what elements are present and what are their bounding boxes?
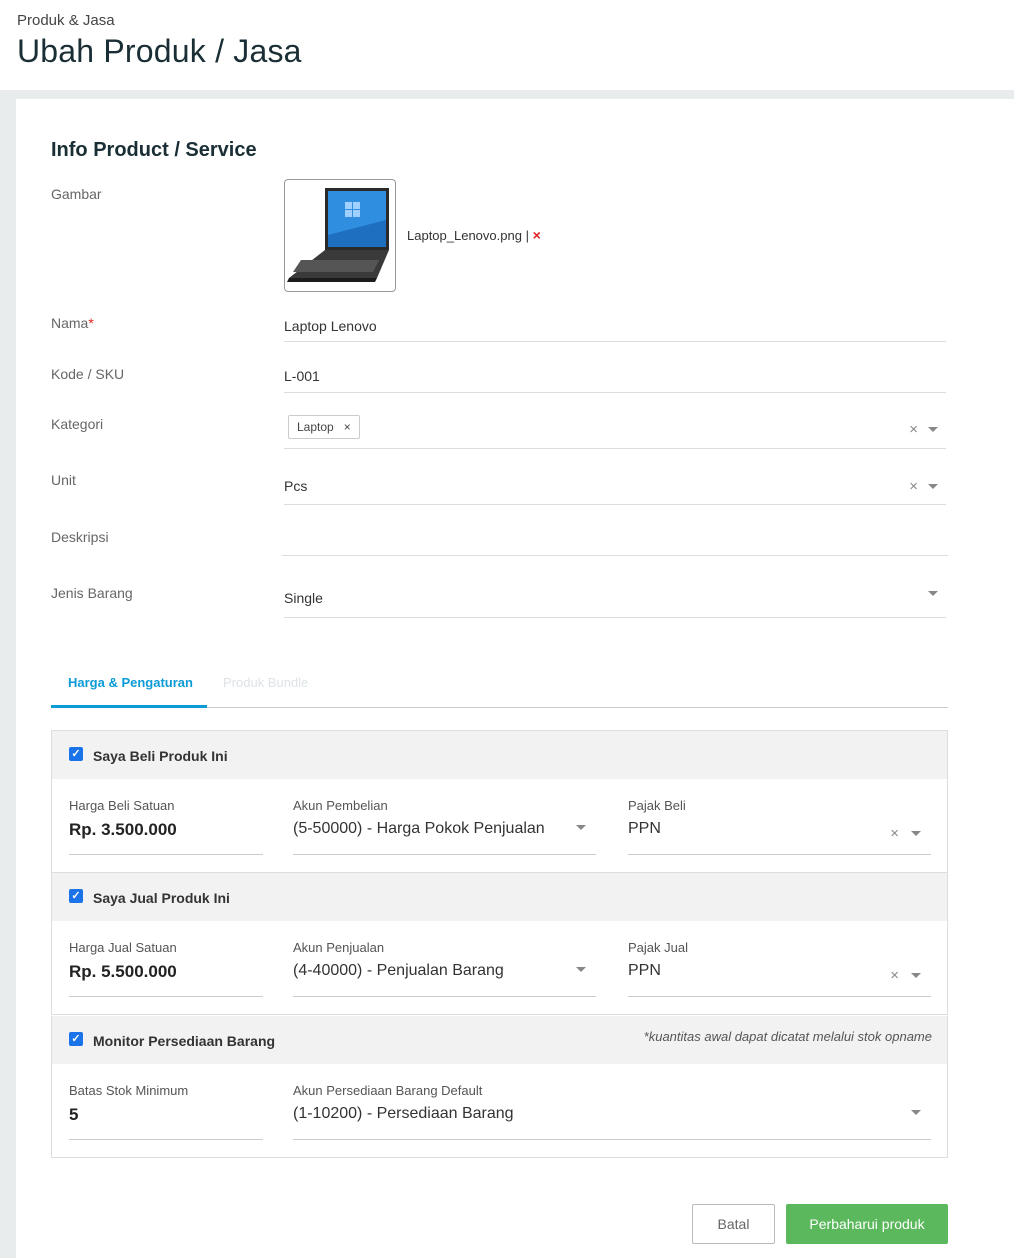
clear-icon[interactable]: × <box>890 825 899 842</box>
kategori-select[interactable]: × <box>284 405 946 449</box>
buy-tax-label: Pajak Beli <box>628 798 686 813</box>
buy-price-value: Rp. 3.500.000 <box>69 820 177 839</box>
unit-value: Pcs <box>284 478 308 494</box>
buy-checkbox[interactable]: ✓ <box>69 747 83 761</box>
deskripsi-textarea[interactable] <box>282 519 948 556</box>
breadcrumb[interactable]: Produk & Jasa <box>17 12 115 29</box>
buy-account-value: (5-50000) - Harga Pokok Penjualan <box>293 820 545 837</box>
image-filename: Laptop_Lenovo.png <box>407 228 522 243</box>
buy-price-label: Harga Beli Satuan <box>69 798 175 813</box>
sell-tax-controls: × <box>890 967 921 984</box>
sell-account-value: (4-40000) - Penjualan Barang <box>293 962 504 979</box>
sell-tax-value: PPN <box>628 962 661 979</box>
sell-tax-label: Pajak Jual <box>628 940 688 955</box>
sell-panel: ✓ Saya Jual Produk Ini Harga Jual Satuan… <box>51 873 948 1015</box>
inventory-note: *kuantitas awal dapat dicatat melalui st… <box>643 1029 932 1044</box>
chevron-down-icon[interactable] <box>576 825 586 830</box>
buy-panel-header: ✓ Saya Beli Produk Ini <box>52 731 947 779</box>
sell-checkbox[interactable]: ✓ <box>69 889 83 903</box>
inventory-panel: ✓ Monitor Persediaan Barang *kuantitas a… <box>51 1016 948 1158</box>
chevron-down-icon[interactable] <box>576 967 586 972</box>
chip-label: Laptop <box>297 420 334 434</box>
image-filename-row: Laptop_Lenovo.png | × <box>407 227 541 243</box>
kode-label: Kode / SKU <box>51 366 125 382</box>
kategori-chip[interactable]: Laptop × <box>288 415 360 439</box>
jenis-value: Single <box>284 590 323 606</box>
sell-account-label: Akun Penjualan <box>293 940 385 955</box>
jenis-controls <box>928 591 938 596</box>
chip-remove-icon[interactable]: × <box>344 416 351 438</box>
kategori-controls: × <box>909 421 938 438</box>
chevron-down-icon[interactable] <box>911 1110 921 1115</box>
kategori-label: Kategori <box>51 416 104 432</box>
buy-panel-body: Harga Beli Satuan Rp. 3.500.000 Akun Pem… <box>52 779 947 872</box>
min-stock-label: Batas Stok Minimum <box>69 1083 189 1098</box>
clear-icon[interactable]: × <box>890 967 899 984</box>
inventory-account-value: (1-10200) - Persediaan Barang <box>293 1105 514 1122</box>
product-image-thumbnail[interactable] <box>284 179 396 292</box>
unit-select[interactable]: Pcs × <box>284 463 946 505</box>
inventory-account-controls <box>911 1110 921 1115</box>
buy-price-field[interactable]: Harga Beli Satuan Rp. 3.500.000 <box>69 798 263 855</box>
chevron-down-icon[interactable] <box>928 591 938 596</box>
page-title: Ubah Produk / Jasa <box>17 33 302 69</box>
nama-label-text: Nama <box>51 315 89 331</box>
page-header: Produk & Jasa Ubah Produk / Jasa <box>0 0 1014 90</box>
min-stock-field[interactable]: Batas Stok Minimum 5 <box>69 1083 263 1140</box>
nama-input[interactable]: Laptop Lenovo <box>284 309 946 342</box>
buy-checkbox-label[interactable]: Saya Beli Produk Ini <box>93 748 228 764</box>
unit-label: Unit <box>51 472 76 488</box>
inventory-panel-body: Batas Stok Minimum 5 Akun Persediaan Bar… <box>52 1064 947 1157</box>
delete-image-icon[interactable]: × <box>533 227 541 243</box>
sell-price-value: Rp. 5.500.000 <box>69 962 177 981</box>
sell-price-field[interactable]: Harga Jual Satuan Rp. 5.500.000 <box>69 940 263 997</box>
clear-icon[interactable]: × <box>909 421 918 438</box>
kode-value: L-001 <box>284 368 320 384</box>
kode-input[interactable]: L-001 <box>284 359 946 393</box>
sell-price-label: Harga Jual Satuan <box>69 940 177 955</box>
nama-value: Laptop Lenovo <box>284 318 377 334</box>
jenis-label: Jenis Barang <box>51 585 133 601</box>
chevron-down-icon[interactable] <box>911 831 921 836</box>
inventory-checkbox[interactable]: ✓ <box>69 1032 83 1046</box>
chevron-down-icon[interactable] <box>928 484 938 489</box>
deskripsi-label: Deskripsi <box>51 529 109 545</box>
product-form-card: Info Product / Service Gambar Laptop_Len… <box>16 99 1014 1258</box>
tab-bar: Harga & Pengaturan Produk Bundle <box>51 669 948 708</box>
required-mark: * <box>88 315 94 331</box>
chevron-down-icon[interactable] <box>928 427 938 432</box>
gambar-label: Gambar <box>51 186 102 202</box>
buy-account-label: Akun Pembelian <box>293 798 388 813</box>
nama-label: Nama* <box>51 315 94 331</box>
sell-panel-header: ✓ Saya Jual Produk Ini <box>52 873 947 921</box>
sell-panel-body: Harga Jual Satuan Rp. 5.500.000 Akun Pen… <box>52 921 947 1014</box>
tab-harga-pengaturan[interactable]: Harga & Pengaturan <box>51 669 207 708</box>
laptop-image <box>287 188 389 282</box>
buy-tax-controls: × <box>890 825 921 842</box>
buy-tax-value: PPN <box>628 820 661 837</box>
cancel-button[interactable]: Batal <box>692 1204 775 1244</box>
sell-account-select[interactable]: Akun Penjualan (4-40000) - Penjualan Bar… <box>293 940 596 997</box>
inventory-panel-header: ✓ Monitor Persediaan Barang *kuantitas a… <box>52 1016 947 1064</box>
chevron-down-icon[interactable] <box>911 973 921 978</box>
clear-icon[interactable]: × <box>909 478 918 495</box>
section-title: Info Product / Service <box>51 139 257 161</box>
filename-separator: | <box>525 228 529 243</box>
unit-controls: × <box>909 478 938 495</box>
jenis-select[interactable]: Single <box>284 575 946 618</box>
inventory-account-select[interactable]: Akun Persediaan Barang Default (1-10200)… <box>293 1083 931 1140</box>
sell-checkbox-label[interactable]: Saya Jual Produk Ini <box>93 890 230 906</box>
sell-tax-select[interactable]: Pajak Jual PPN × <box>628 940 931 997</box>
min-stock-value: 5 <box>69 1105 79 1124</box>
sell-account-controls <box>576 967 586 972</box>
tab-produk-bundle[interactable]: Produk Bundle <box>223 669 308 708</box>
buy-tax-select[interactable]: Pajak Beli PPN × <box>628 798 931 855</box>
inventory-checkbox-label[interactable]: Monitor Persediaan Barang <box>93 1033 275 1049</box>
buy-account-controls <box>576 825 586 830</box>
buy-account-select[interactable]: Akun Pembelian (5-50000) - Harga Pokok P… <box>293 798 596 855</box>
buy-panel: ✓ Saya Beli Produk Ini Harga Beli Satuan… <box>51 730 948 873</box>
inventory-account-label: Akun Persediaan Barang Default <box>293 1083 483 1098</box>
update-product-button[interactable]: Perbaharui produk <box>786 1204 948 1244</box>
